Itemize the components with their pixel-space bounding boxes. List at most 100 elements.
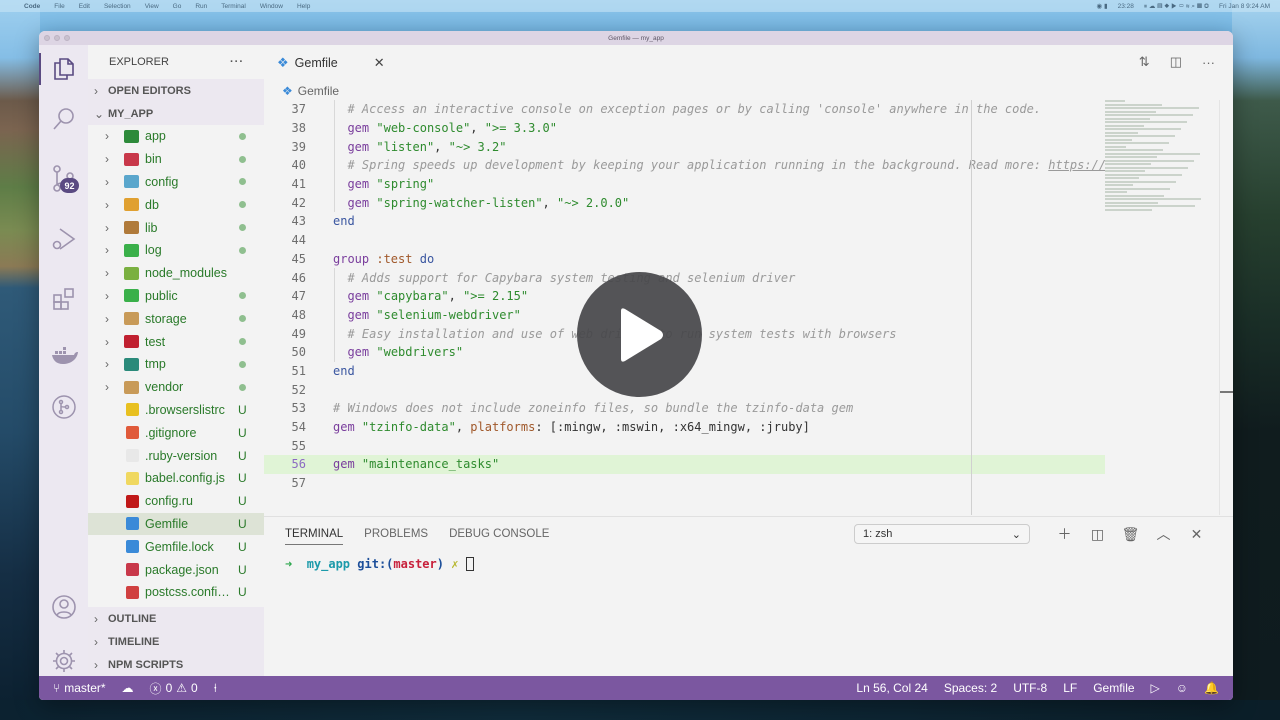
menubar-timer[interactable]: 23:28	[1118, 3, 1134, 10]
manage-activity[interactable]	[39, 641, 88, 681]
code-line[interactable]: 41 gem "spring"	[264, 174, 1105, 194]
cursor-position[interactable]: Ln 56, Col 24	[848, 681, 935, 695]
file-item[interactable]: config.ru U	[88, 490, 264, 513]
menu-code[interactable]: Code	[24, 3, 40, 10]
menubar-datetime[interactable]: Fri Jan 8 9:24 AM	[1219, 3, 1270, 10]
encoding[interactable]: UTF-8	[1005, 681, 1055, 695]
git-commit-status[interactable]: ⍿	[206, 681, 225, 696]
menu-file[interactable]: File	[54, 3, 64, 10]
folder-item[interactable]: › bin	[88, 148, 264, 171]
menu-terminal[interactable]: Terminal	[221, 3, 246, 10]
file-item[interactable]: Gemfile U	[88, 512, 264, 536]
more-actions-icon[interactable]: ···	[1202, 55, 1215, 70]
notifications-bell-icon[interactable]: 🔔	[1196, 681, 1227, 695]
language-mode[interactable]: Gemfile	[1085, 681, 1142, 695]
folder-item[interactable]: › config	[88, 171, 264, 194]
panel-tab-debug-console[interactable]: DEBUG CONSOLE	[449, 517, 549, 551]
menu-window[interactable]: Window	[260, 3, 283, 10]
folder-item[interactable]: › node_modules	[88, 262, 264, 285]
git-graph-activity[interactable]	[39, 387, 88, 427]
editor-scrollbar[interactable]	[1219, 100, 1233, 515]
folder-item[interactable]: › lib	[88, 216, 264, 239]
code-line[interactable]: 39 gem "listen", "~> 3.2"	[264, 137, 1105, 157]
folder-item[interactable]: › db	[88, 193, 264, 216]
menu-run[interactable]: Run	[195, 3, 207, 10]
split-terminal-icon[interactable]: ◫	[1081, 526, 1114, 543]
close-panel-icon[interactable]: ✕	[1180, 526, 1213, 543]
docker-activity[interactable]	[39, 335, 88, 375]
terminal-select[interactable]: 1: zsh ⌄	[854, 524, 1030, 544]
code-line[interactable]: 37 # Access an interactive console on ex…	[264, 100, 1105, 119]
status-menu-icons[interactable]: ◉ ▮	[1097, 2, 1108, 10]
code-line[interactable]: 40 # Spring speeds up development by kee…	[264, 156, 1105, 175]
code-line[interactable]: 53 # Windows does not include zoneinfo fi…	[264, 399, 1105, 418]
tab-gemfile[interactable]: ❖ Gemfile ✕	[264, 45, 397, 80]
project-section[interactable]: ⌄ MY_APP	[88, 102, 264, 125]
timeline-section[interactable]: › TIMELINE	[88, 630, 264, 653]
code-line[interactable]: 46 # Adds support for Capybara system te…	[264, 268, 1105, 287]
npm-scripts-section[interactable]: › NPM SCRIPTS	[88, 653, 264, 676]
folder-item[interactable]: › app	[88, 125, 264, 148]
file-item[interactable]: .browserslistrc U	[88, 399, 264, 422]
sync-status[interactable]: ☁	[114, 681, 142, 695]
menu-selection[interactable]: Selection	[104, 3, 131, 10]
file-item[interactable]: babel.config.js U	[88, 467, 264, 490]
breadcrumb-item[interactable]: Gemfile	[298, 84, 339, 98]
panel-tab-terminal[interactable]: TERMINAL	[285, 517, 344, 551]
extensions-activity[interactable]	[39, 279, 88, 319]
open-editors-section[interactable]: › OPEN EDITORS	[88, 79, 264, 102]
indentation[interactable]: Spaces: 2	[936, 681, 1005, 695]
accounts-activity[interactable]	[39, 587, 88, 627]
code-line[interactable]: 43 end	[264, 212, 1105, 231]
folder-item[interactable]: › storage	[88, 307, 264, 330]
menubar-extra-icons[interactable]: ⏸ ☁ ▤ ◆ ▶ ▭ ≋ ⌕ ▦ ◎	[1144, 2, 1209, 11]
terminal-output[interactable]: ➜ my_app git:(master) ✗	[264, 551, 1233, 571]
panel-tab-problems[interactable]: PROBLEMS	[364, 517, 428, 551]
close-tab-icon[interactable]: ✕	[374, 55, 385, 71]
section-label: NPM SCRIPTS	[108, 658, 184, 671]
open-changes-icon[interactable]: ⇅	[1139, 54, 1150, 70]
folder-item[interactable]: › tmp	[88, 353, 264, 376]
folder-item[interactable]: › vendor	[88, 376, 264, 399]
source-control-activity[interactable]: 92	[39, 159, 88, 199]
menu-help[interactable]: Help	[297, 3, 310, 10]
code-line[interactable]: 56 gem "maintenance_tasks"	[264, 455, 1105, 474]
trash-icon[interactable]: 🗑	[1114, 526, 1147, 543]
section-label: OUTLINE	[108, 612, 157, 625]
code-line[interactable]: 38 gem "web-console", ">= 3.3.0"	[264, 118, 1105, 138]
minimap-line	[1105, 170, 1145, 172]
feedback-icon[interactable]: ☺	[1168, 681, 1196, 695]
file-item[interactable]: .ruby-version U	[88, 444, 264, 467]
menu-go[interactable]: Go	[173, 3, 182, 10]
split-editor-icon[interactable]: ◫	[1170, 54, 1182, 70]
maximize-panel-icon[interactable]: ︿	[1147, 524, 1180, 544]
new-terminal-icon[interactable]: ＋	[1048, 524, 1081, 544]
terminal-toggle-icon[interactable]: ▷	[1143, 681, 1168, 695]
file-item[interactable]: package.json U	[88, 558, 264, 581]
code-line[interactable]: 54 gem "tzinfo-data", platforms: [:mingw,…	[264, 418, 1105, 437]
menu-edit[interactable]: Edit	[79, 3, 90, 10]
minimap[interactable]	[1105, 100, 1220, 220]
folder-item[interactable]: › test	[88, 330, 264, 353]
run-debug-activity[interactable]	[39, 219, 88, 259]
code-line[interactable]: 42 gem "spring-watcher-listen", "~> 2.0.…	[264, 193, 1105, 213]
code-line[interactable]: 44	[264, 231, 1105, 250]
search-activity[interactable]	[39, 99, 88, 139]
outline-section[interactable]: › OUTLINE	[88, 607, 264, 630]
end-of-line[interactable]: LF	[1055, 681, 1085, 695]
folder-item[interactable]: › log	[88, 239, 264, 262]
problems-status[interactable]: ⓧ 0 ⚠ 0	[142, 680, 206, 697]
file-item[interactable]: .gitignore U	[88, 421, 264, 444]
code-line[interactable]: 55	[264, 436, 1105, 455]
video-play-button[interactable]	[577, 272, 702, 397]
branch-status[interactable]: ⑂ master*	[39, 681, 114, 695]
menu-view[interactable]: View	[145, 3, 159, 10]
code-line[interactable]: 57	[264, 474, 1105, 493]
more-actions-button[interactable]: ···	[230, 56, 244, 68]
code-line[interactable]: 52	[264, 380, 1105, 399]
folder-item[interactable]: › public	[88, 285, 264, 308]
explorer-activity[interactable]	[39, 49, 88, 89]
file-item[interactable]: Gemfile.lock U	[88, 535, 264, 558]
code-line[interactable]: 45 group :test do	[264, 250, 1105, 269]
file-item[interactable]: postcss.confi… U	[88, 581, 264, 604]
